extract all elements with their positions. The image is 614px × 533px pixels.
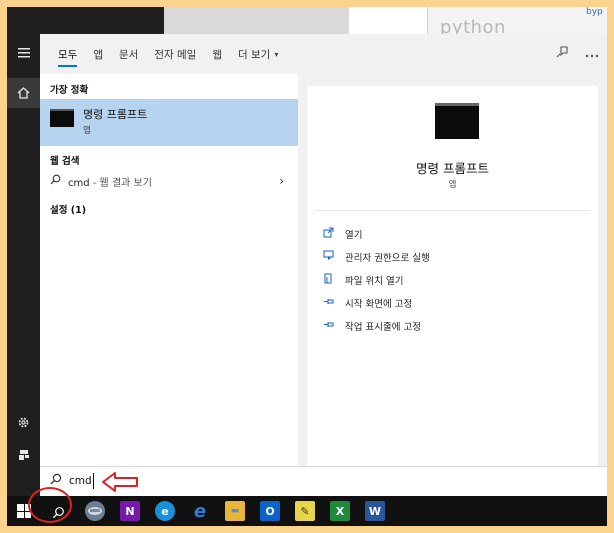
background-gray-region	[164, 7, 349, 34]
search-icon	[50, 473, 62, 488]
tab-web[interactable]: 웹	[204, 34, 230, 74]
tab-apps[interactable]: 앱	[85, 34, 111, 74]
ie-glyph: e	[193, 500, 207, 522]
preview-subtitle: 앱	[448, 180, 457, 190]
action-label: 작업 표시줄에 고정	[345, 322, 421, 333]
start-left-rail	[7, 34, 40, 496]
excel-icon[interactable]: X	[330, 501, 350, 521]
gear-icon[interactable]	[7, 407, 40, 437]
web-search-suffix: - 웹 결과 보기	[89, 177, 152, 189]
pin-icon	[323, 296, 337, 310]
tab-actions	[555, 34, 599, 74]
tab-email[interactable]: 전자 메일	[146, 34, 204, 74]
admin-shield-icon	[323, 250, 337, 264]
action-label: 열기	[345, 230, 363, 241]
screen: python byp 모두 앱 문서 전자 메일 웹 더 보기 ▾ 가장 정확 …	[7, 7, 607, 526]
onenote-icon[interactable]: N	[120, 501, 140, 521]
word-icon[interactable]: W	[365, 501, 385, 521]
best-match-label: 가장 정확	[50, 85, 89, 96]
home-icon[interactable]	[7, 78, 40, 108]
best-match-item[interactable]: 명령 프롬프트 앱	[40, 99, 298, 146]
tab-label: 문서	[119, 48, 139, 61]
web-search-item[interactable]: cmd - 웹 결과 보기 ›	[40, 170, 298, 192]
action-open[interactable]: 열기	[323, 225, 362, 243]
best-match-subtitle: 앱	[83, 126, 91, 136]
settings-section-label: 설정 (1)	[50, 205, 87, 216]
annotation-circle	[28, 487, 72, 523]
action-pin-to-start[interactable]: 시작 화면에 고정	[323, 294, 412, 312]
file-location-icon	[323, 273, 337, 287]
outlook-glyph: O	[265, 504, 275, 518]
command-prompt-icon	[50, 109, 74, 127]
hamburger-menu-icon[interactable]	[7, 38, 40, 68]
background-byp-text: byp	[586, 7, 603, 17]
explorer-glyph: ▬	[230, 506, 240, 516]
chevron-right-icon[interactable]: ›	[279, 174, 284, 188]
file-explorer-icon[interactable]: ▬	[225, 501, 245, 521]
action-label: 시작 화면에 고정	[345, 299, 413, 310]
internet-explorer-icon[interactable]: e	[190, 500, 210, 522]
web-search-query: cmd	[68, 177, 90, 189]
tab-documents[interactable]: 문서	[111, 34, 146, 74]
tab-label: 더 보기	[237, 48, 271, 61]
best-match-title: 명령 프롬프트	[83, 108, 148, 121]
action-pin-to-taskbar[interactable]: 작업 표시줄에 고정	[323, 317, 421, 335]
excel-glyph: X	[335, 504, 345, 518]
search-panel: 모두 앱 문서 전자 메일 웹 더 보기 ▾ 가장 정확 명령 프롬프트 앱 웹…	[40, 34, 607, 496]
action-label: 파일 위치 열기	[345, 276, 404, 287]
sticky-glyph: ✎	[300, 504, 310, 518]
open-icon	[323, 227, 337, 241]
command-prompt-large-icon	[435, 103, 479, 139]
outlook-icon[interactable]: O	[260, 501, 280, 521]
pin-icon	[323, 319, 337, 333]
annotation-arrow-icon	[102, 472, 138, 492]
tab-all[interactable]: 모두	[50, 34, 85, 74]
edge-glyph: e	[161, 504, 169, 518]
word-glyph: W	[368, 504, 382, 518]
web-search-label: 웹 검색	[50, 156, 80, 167]
action-run-as-admin[interactable]: 관리자 권한으로 실행	[323, 248, 430, 266]
tab-label: 웹	[212, 48, 222, 61]
web-search-text: cmd - 웹 결과 보기	[68, 174, 152, 189]
preview-title: 명령 프롬프트	[416, 161, 489, 176]
action-label: 관리자 권한으로 실행	[345, 253, 430, 264]
search-input[interactable]: cmd	[40, 466, 607, 496]
tab-label: 모두	[58, 48, 78, 61]
text-caret	[93, 473, 94, 489]
more-options-icon[interactable]	[585, 47, 599, 62]
tab-more[interactable]: 더 보기 ▾	[230, 34, 286, 74]
feedback-icon[interactable]	[555, 45, 569, 63]
action-open-file-location[interactable]: 파일 위치 열기	[323, 271, 403, 289]
preview-pane: 명령 프롬프트 앱 열기 관리자 권한으로 실행 파일 위치 열기 시작 화면에…	[307, 86, 598, 466]
search-icon	[50, 174, 61, 188]
search-filter-tabs: 모두 앱 문서 전자 메일 웹 더 보기 ▾	[40, 34, 607, 74]
app-network-icon[interactable]	[85, 501, 105, 521]
preview-divider	[315, 210, 590, 211]
chevron-down-icon: ▾	[274, 49, 279, 59]
sticky-notes-icon[interactable]: ✎	[295, 501, 315, 521]
tab-label: 앱	[93, 48, 103, 61]
background-dark-region	[7, 7, 164, 34]
taskbar: N e e ▬ O ✎ X W	[7, 496, 607, 526]
user-icon[interactable]	[7, 440, 40, 470]
tab-label: 전자 메일	[154, 48, 197, 61]
results-list: 가장 정확 명령 프롬프트 앱 웹 검색 cmd - 웹 결과 보기 › 설정 …	[40, 74, 298, 466]
search-input-value[interactable]: cmd	[69, 475, 92, 487]
background-window: python byp	[7, 7, 607, 38]
onenote-glyph: N	[125, 504, 135, 518]
edge-icon[interactable]: e	[155, 501, 175, 521]
